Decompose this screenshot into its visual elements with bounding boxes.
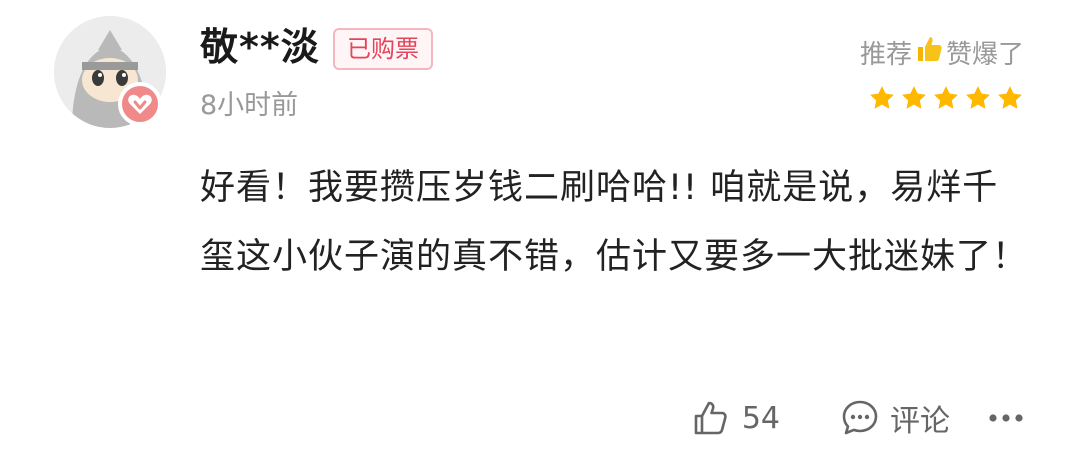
rating-prefix: 推荐: [859, 40, 912, 70]
star-icon: [902, 86, 926, 109]
like-count: 54: [741, 400, 780, 436]
ticket-purchased-badge: 已购票: [333, 28, 433, 70]
thumbs-up-icon: [914, 34, 944, 76]
action-bar: 54 评论: [690, 390, 1026, 446]
more-dots-icon: [989, 414, 1023, 422]
like-icon: [694, 401, 727, 435]
comment-bubble-icon: [842, 400, 878, 435]
star-icon: [998, 86, 1022, 109]
comment-label: 评论: [890, 404, 950, 439]
star-icon: [966, 86, 990, 109]
star-icon: [870, 86, 894, 109]
rating-suffix: 赞爆了: [945, 40, 1024, 70]
verified-heart-icon: [118, 82, 162, 126]
username[interactable]: 敬**淡: [200, 22, 320, 72]
comment-button[interactable]: 评论: [840, 396, 950, 440]
star-rating: [868, 84, 1024, 112]
comment-card: 敬**淡 已购票 8小时前 推荐 赞爆了 好看！我要攒压岁钱二刷哈哈!! 咱就是…: [0, 0, 1080, 461]
more-options-button[interactable]: [986, 398, 1026, 438]
star-icon: [934, 86, 958, 109]
like-button[interactable]: 54: [690, 398, 780, 438]
post-time: 8小时前: [200, 90, 299, 121]
avatar[interactable]: [54, 16, 166, 128]
comment-text: 好看！我要攒压岁钱二刷哈哈!! 咱就是说，易烊千玺这小伙子演的真不错，估计又要多…: [200, 168, 1029, 277]
rating-text: 推荐 赞爆了: [860, 34, 1024, 76]
